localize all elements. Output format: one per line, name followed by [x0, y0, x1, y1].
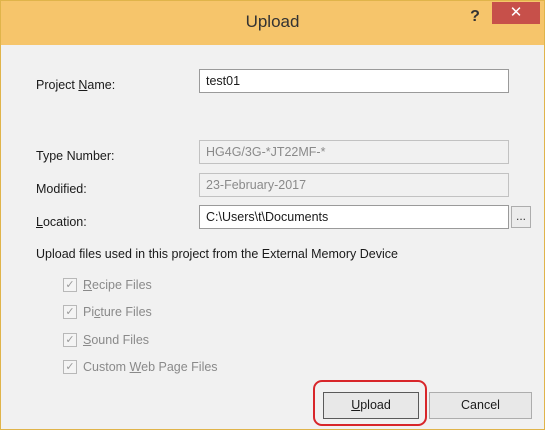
- modified-label: Modified:: [36, 182, 87, 196]
- location-input[interactable]: [199, 205, 509, 229]
- upload-files-section-label: Upload files used in this project from t…: [36, 247, 398, 261]
- picture-files-label: Picture Files: [83, 305, 152, 319]
- sound-files-label: Sound Files: [83, 333, 150, 347]
- checkbox-check-icon: ✓: [63, 360, 77, 374]
- custom-web-page-files-checkbox[interactable]: ✓ Custom Web Page Files: [63, 359, 218, 375]
- close-button[interactable]: ✕: [492, 2, 540, 24]
- location-label: Location:: [36, 215, 87, 229]
- cancel-button[interactable]: Cancel: [429, 392, 532, 419]
- help-button[interactable]: ?: [463, 5, 487, 29]
- project-name-label: Project Name:: [36, 78, 116, 92]
- recipe-files-checkbox[interactable]: ✓ Recipe Files: [63, 277, 152, 293]
- upload-dialog: Upload ? ✕ Project Name: Type Number: Mo…: [0, 0, 545, 430]
- type-number-field: [199, 140, 509, 164]
- checkbox-check-icon: ✓: [63, 278, 77, 292]
- type-number-label: Type Number:: [36, 149, 115, 163]
- title-bar: Upload ? ✕: [1, 1, 544, 45]
- close-icon: ✕: [509, 4, 523, 21]
- custom-web-page-files-label: Custom Web Page Files: [83, 360, 218, 374]
- checkbox-check-icon: ✓: [63, 333, 77, 347]
- recipe-files-label: Recipe Files: [83, 278, 152, 292]
- upload-button[interactable]: Upload: [323, 392, 419, 419]
- modified-field: [199, 173, 509, 197]
- checkbox-check-icon: ✓: [63, 305, 77, 319]
- picture-files-checkbox[interactable]: ✓ Picture Files: [63, 304, 152, 320]
- sound-files-checkbox[interactable]: ✓ Sound Files: [63, 332, 149, 348]
- browse-button[interactable]: ...: [511, 206, 531, 228]
- project-name-input[interactable]: [199, 69, 509, 93]
